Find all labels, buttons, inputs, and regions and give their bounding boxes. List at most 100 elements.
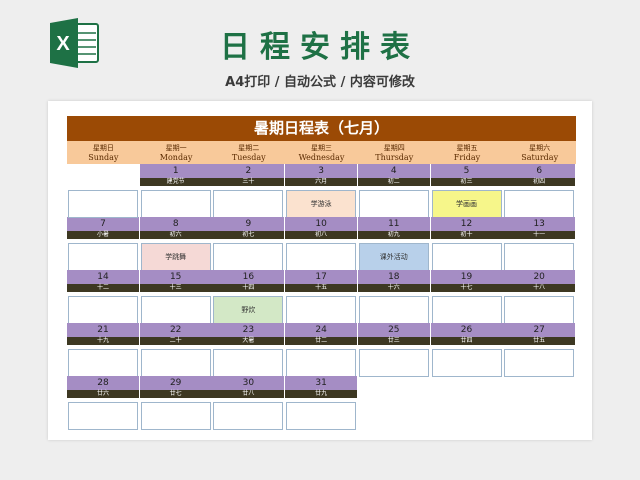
event-box[interactable] xyxy=(358,190,429,218)
day-cell[interactable]: 12 初十 xyxy=(430,217,503,271)
day-cell[interactable]: 17 十五 xyxy=(285,270,358,324)
spreadsheet-paper: 暑期日程表（七月） 星期日 Sunday 星期一 Monday 星期二 Tuesday… xyxy=(48,101,592,440)
lunar-date: 廿七 xyxy=(139,390,212,398)
day-cell[interactable]: 15 十三 xyxy=(139,270,212,324)
day-number: 29 xyxy=(139,376,212,390)
sheet-title[interactable]: 暑期日程表（七月） xyxy=(67,116,576,141)
day-cell[interactable]: 4 初二 xyxy=(357,164,430,218)
day-cell[interactable]: 5 初三学画画 xyxy=(430,164,503,218)
weekday-monday[interactable]: 星期一 Monday xyxy=(140,141,213,164)
event-box[interactable] xyxy=(431,296,502,324)
day-cell[interactable]: 25 廿三 xyxy=(357,323,430,377)
event-box[interactable] xyxy=(68,243,138,271)
day-number: 25 xyxy=(357,323,430,337)
event-box[interactable] xyxy=(431,243,502,271)
day-number: 5 xyxy=(430,164,503,178)
day-cell[interactable]: 24 廿二 xyxy=(285,323,358,377)
empty-day-cell[interactable] xyxy=(67,164,139,218)
day-cell[interactable]: 9 初七 xyxy=(212,217,285,271)
event-box[interactable] xyxy=(431,349,502,377)
event-box[interactable]: 学画画 xyxy=(431,190,502,218)
day-cell[interactable]: 19 十七 xyxy=(430,270,503,324)
weekday-saturday[interactable]: 星期六 Saturday xyxy=(503,141,576,164)
day-cell[interactable]: 30 廿八 xyxy=(212,376,285,430)
lunar-date: 十二 xyxy=(67,284,139,292)
event-box[interactable] xyxy=(286,402,357,430)
weekday-sunday[interactable]: 星期日 Sunday xyxy=(67,141,140,164)
lunar-date: 十六 xyxy=(357,284,430,292)
weekday-friday[interactable]: 星期五 Friday xyxy=(431,141,504,164)
event-box[interactable] xyxy=(68,190,138,218)
event-box[interactable] xyxy=(504,190,575,218)
day-cell[interactable]: 13 十一 xyxy=(503,217,576,271)
event-box[interactable] xyxy=(140,349,211,377)
day-cell[interactable]: 27 廿五 xyxy=(503,323,576,377)
day-cell[interactable]: 6 初四 xyxy=(503,164,576,218)
day-cell[interactable]: 8 初六 学跳舞 xyxy=(139,217,212,271)
day-cell[interactable]: 31 廿九 xyxy=(285,376,358,430)
day-cell[interactable]: 22 二十 xyxy=(139,323,212,377)
day-number: 7 xyxy=(67,217,139,231)
day-cell[interactable]: 3 六月 学游泳 xyxy=(285,164,358,218)
day-cell[interactable]: 28 廿六 xyxy=(67,376,139,430)
day-number: 31 xyxy=(285,376,358,390)
lunar-date: 十七 xyxy=(430,284,503,292)
lunar-date: 十一 xyxy=(503,231,576,239)
lunar-date: 十五 xyxy=(285,284,358,292)
event-box[interactable] xyxy=(140,402,211,430)
weekday-thursday[interactable]: 星期四 Thursday xyxy=(358,141,431,164)
day-number: 24 xyxy=(285,323,358,337)
day-cell[interactable]: 1 建党节 xyxy=(139,164,212,218)
day-cell[interactable]: 2 三十 xyxy=(212,164,285,218)
day-number: 2 xyxy=(212,164,285,178)
lunar-date: 初三 xyxy=(430,178,503,186)
event-box[interactable] xyxy=(140,296,211,324)
day-number: 10 xyxy=(285,217,358,231)
event-box[interactable] xyxy=(286,349,357,377)
lunar-date: 初七 xyxy=(212,231,285,239)
event-box[interactable]: 学游泳 xyxy=(286,190,357,218)
event-box[interactable]: 学跳舞 xyxy=(140,243,211,271)
event-box[interactable] xyxy=(213,190,284,218)
event-box[interactable] xyxy=(213,349,284,377)
day-number: 12 xyxy=(430,217,503,231)
event-box[interactable] xyxy=(140,190,211,218)
day-cell[interactable]: 29 廿七 xyxy=(139,376,212,430)
event-box[interactable] xyxy=(504,349,575,377)
event-box[interactable] xyxy=(358,296,429,324)
event-box[interactable] xyxy=(286,243,357,271)
day-cell[interactable]: 14 十二 xyxy=(67,270,139,324)
day-cell[interactable]: 7 小暑 xyxy=(67,217,139,271)
event-box[interactable] xyxy=(68,296,138,324)
lunar-date: 廿六 xyxy=(67,390,139,398)
day-cell[interactable]: 16 十四 野炊 xyxy=(212,270,285,324)
day-cell[interactable]: 10 初八 xyxy=(285,217,358,271)
day-cell[interactable]: 11 初九 课外活动 xyxy=(357,217,430,271)
event-box[interactable] xyxy=(358,349,429,377)
lunar-date: 初九 xyxy=(357,231,430,239)
lunar-date: 廿四 xyxy=(430,337,503,345)
event-box[interactable] xyxy=(68,349,138,377)
event-box[interactable] xyxy=(504,243,575,271)
lunar-date: 十九 xyxy=(67,337,139,345)
weekday-wednesday[interactable]: 星期三 Wednesday xyxy=(285,141,358,164)
event-box[interactable] xyxy=(213,402,284,430)
weekday-tuesday[interactable]: 星期二 Tuesday xyxy=(212,141,285,164)
event-box[interactable] xyxy=(213,243,284,271)
event-box[interactable]: 课外活动 xyxy=(358,243,429,271)
event-box[interactable] xyxy=(286,296,357,324)
day-cell[interactable]: 20 十八 xyxy=(503,270,576,324)
day-cell[interactable]: 26 廿四 xyxy=(430,323,503,377)
lunar-date: 三十 xyxy=(212,178,285,186)
day-cell[interactable]: 23 大暑 xyxy=(212,323,285,377)
day-number: 21 xyxy=(67,323,139,337)
event-box[interactable] xyxy=(68,402,138,430)
event-box[interactable]: 野炊 xyxy=(213,296,284,324)
day-cell[interactable]: 21 十九 xyxy=(67,323,139,377)
day-number: 26 xyxy=(430,323,503,337)
day-number: 27 xyxy=(503,323,576,337)
day-cell[interactable]: 18 十六 xyxy=(357,270,430,324)
event-box[interactable] xyxy=(504,296,575,324)
page-title: 日程安排表 xyxy=(220,30,420,65)
day-number: 8 xyxy=(139,217,212,231)
